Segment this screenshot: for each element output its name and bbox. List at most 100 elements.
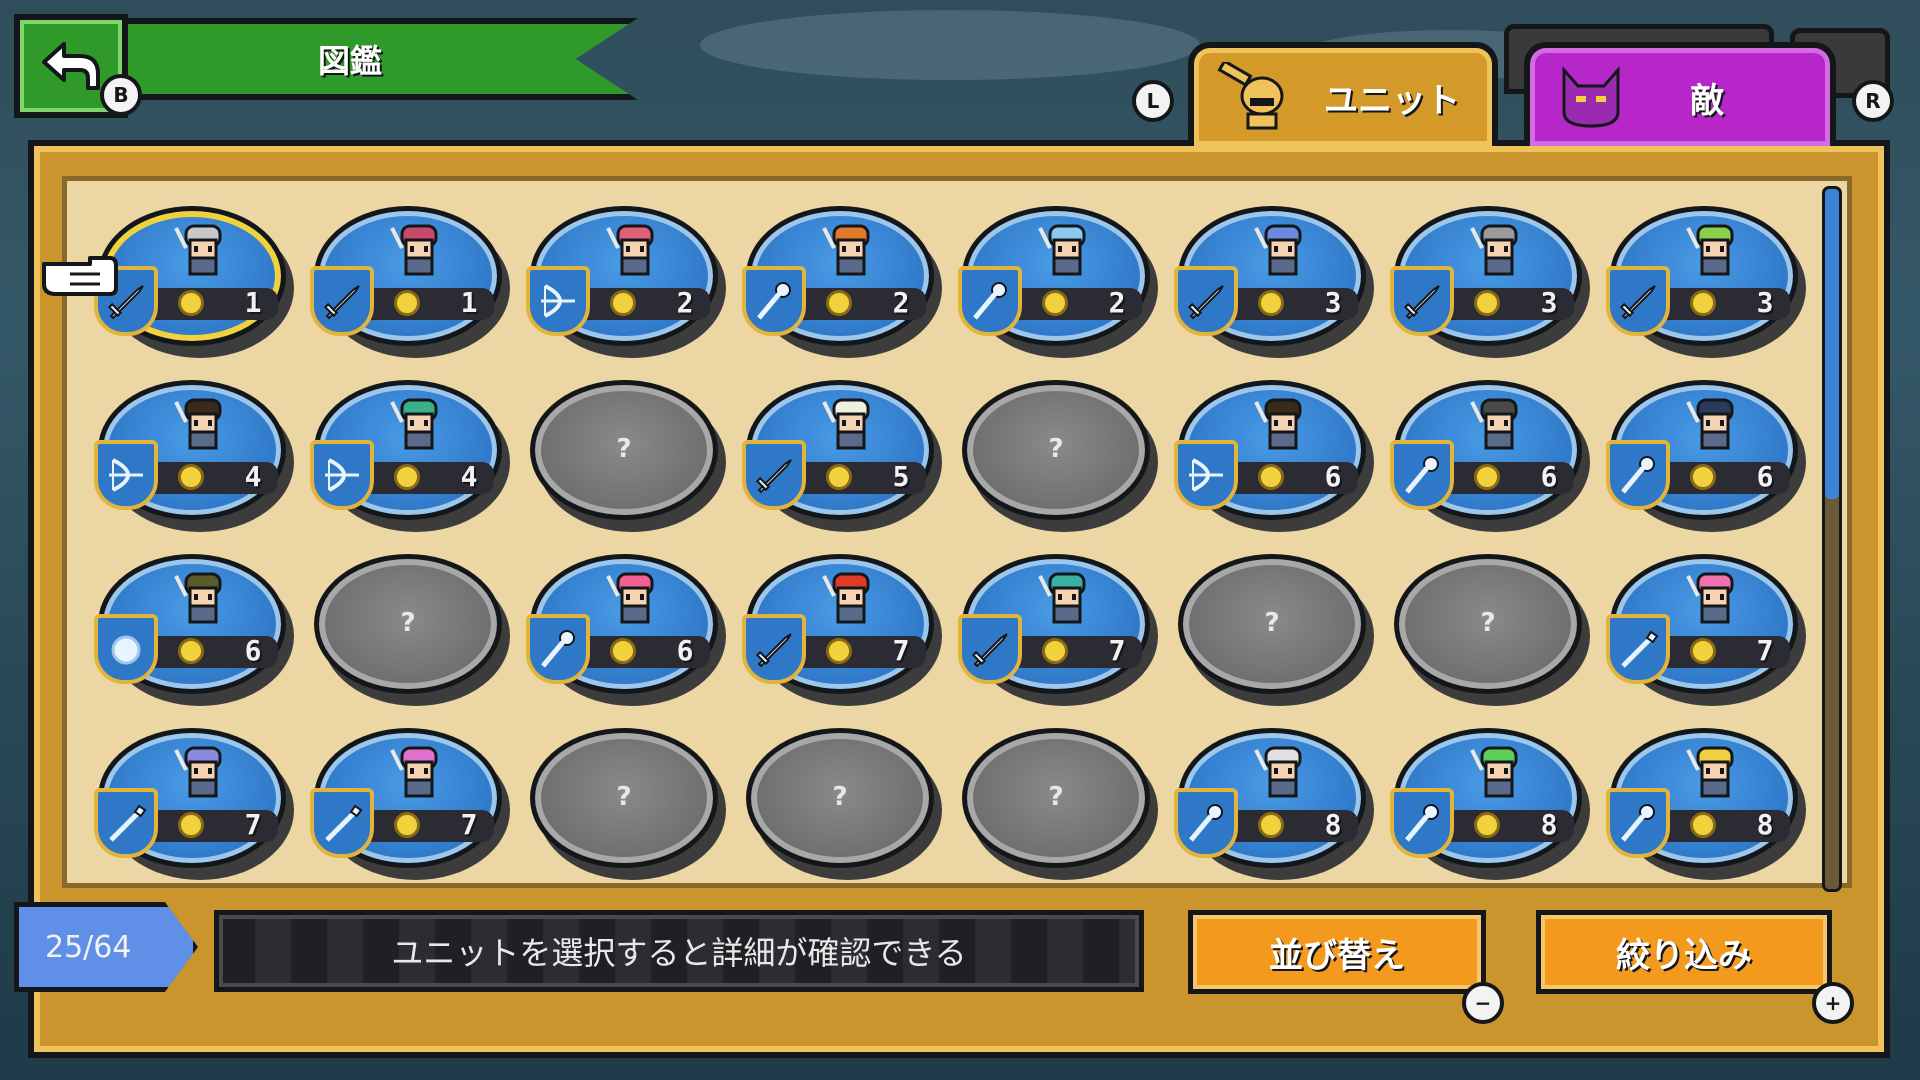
locked-unit-mark: ?	[1048, 782, 1064, 812]
unit-sprite-icon	[174, 224, 222, 276]
locked-unit-card[interactable]: ?	[530, 722, 726, 882]
unit-cost: 7	[244, 808, 262, 841]
bow-icon	[541, 284, 575, 318]
coin-icon	[1474, 812, 1500, 838]
bow-icon	[1189, 458, 1223, 492]
unit-sprite-icon	[1038, 224, 1086, 276]
unit-sprite-icon	[822, 224, 870, 276]
class-badge	[1390, 440, 1454, 510]
unit-sprite-icon	[1254, 398, 1302, 450]
unit-card[interactable]: 7	[94, 722, 294, 882]
unit-card[interactable]: 7	[310, 722, 510, 882]
unit-card[interactable]: 8	[1390, 722, 1590, 882]
class-badge	[310, 440, 374, 510]
coin-icon	[610, 290, 636, 316]
coin-icon	[1690, 290, 1716, 316]
class-badge	[1174, 788, 1238, 858]
filter-button[interactable]: 絞り込み	[1536, 910, 1832, 994]
locked-unit-card[interactable]: ?	[962, 722, 1158, 882]
class-badge	[94, 440, 158, 510]
unit-cost: 5	[892, 460, 910, 493]
tab-enemy-label: 敵	[1690, 80, 1724, 121]
locked-unit-card[interactable]: ?	[746, 722, 942, 882]
class-badge	[1606, 440, 1670, 510]
enemy-cat-icon	[1562, 66, 1620, 128]
locked-unit-card[interactable]: ?	[962, 374, 1158, 534]
class-badge	[94, 788, 158, 858]
sword-icon	[1187, 285, 1224, 320]
unit-card[interactable]: 3	[1174, 200, 1374, 360]
unit-sprite-icon	[1254, 224, 1302, 276]
unit-card[interactable]: 6	[1174, 374, 1374, 534]
coin-icon	[1042, 638, 1068, 664]
sword-icon	[1403, 285, 1440, 320]
locked-unit-card[interactable]: ?	[530, 374, 726, 534]
staff-icon	[1621, 804, 1655, 842]
unit-cost: 4	[460, 460, 478, 493]
unit-card[interactable]: 4	[310, 374, 510, 534]
unit-cost: 6	[1756, 460, 1774, 493]
unit-cost: 6	[1324, 460, 1342, 493]
unit-card[interactable]: 7	[742, 548, 942, 708]
unit-card[interactable]: 4	[94, 374, 294, 534]
tab-enemy[interactable]: 敵	[1524, 42, 1836, 146]
unit-card[interactable]: 2	[958, 200, 1158, 360]
locked-unit-card[interactable]: ?	[314, 548, 510, 708]
unit-cost: 6	[244, 634, 262, 667]
unit-cost: 3	[1324, 286, 1342, 319]
pointer-hand-icon	[42, 256, 118, 296]
sort-button[interactable]: 並び替え	[1188, 910, 1486, 994]
unit-cost: 2	[1108, 286, 1126, 319]
class-badge	[94, 614, 158, 684]
unit-card[interactable]: 3	[1606, 200, 1806, 360]
unit-sprite-icon	[1254, 746, 1302, 798]
locked-unit-card[interactable]: ?	[1178, 548, 1374, 708]
class-badge	[310, 788, 374, 858]
coin-icon	[1258, 812, 1284, 838]
coin-icon	[1690, 638, 1716, 664]
unit-card[interactable]: 2	[742, 200, 942, 360]
staff-icon	[1405, 456, 1439, 494]
unit-card[interactable]: 8	[1174, 722, 1374, 882]
bow-icon	[109, 458, 143, 492]
class-badge	[310, 266, 374, 336]
unit-card[interactable]: 6	[1606, 374, 1806, 534]
unit-card[interactable]: 6	[1390, 374, 1590, 534]
unit-card[interactable]: 3	[1390, 200, 1590, 360]
unit-card[interactable]: 2	[526, 200, 726, 360]
coin-icon	[610, 638, 636, 664]
sort-button-label: 並び替え	[1269, 935, 1405, 976]
unit-card[interactable]: 5	[742, 374, 942, 534]
unit-cost: 4	[244, 460, 262, 493]
class-badge	[742, 266, 806, 336]
coin-icon	[394, 290, 420, 316]
back-key-badge: B	[100, 74, 142, 116]
scrollbar[interactable]	[1822, 186, 1842, 892]
unit-sprite-icon	[1686, 398, 1734, 450]
unit-card[interactable]: 7	[958, 548, 1158, 708]
hint-text: ユニットを選択すると詳細が確認できる	[391, 934, 967, 972]
coin-icon	[178, 638, 204, 664]
back-arrow-icon	[42, 42, 100, 90]
unit-sprite-icon	[174, 398, 222, 450]
scrollbar-thumb[interactable]	[1825, 189, 1839, 499]
unit-cost: 1	[460, 286, 478, 319]
unit-card[interactable]: 1	[310, 200, 510, 360]
tab-units[interactable]: ユニット	[1188, 42, 1498, 146]
coin-icon	[826, 464, 852, 490]
staff-icon	[1405, 804, 1439, 842]
unit-cost: 7	[1756, 634, 1774, 667]
unit-card[interactable]: 6	[94, 548, 294, 708]
locked-unit-card[interactable]: ?	[1394, 548, 1590, 708]
unit-sprite-icon	[1470, 746, 1518, 798]
unit-card[interactable]: 8	[1606, 722, 1806, 882]
sword-icon	[1619, 285, 1656, 320]
class-badge	[958, 266, 1022, 336]
sword-icon	[755, 633, 792, 668]
unit-card[interactable]: 7	[1606, 548, 1806, 708]
sword-icon	[323, 285, 360, 320]
class-badge	[742, 614, 806, 684]
unit-card[interactable]: 6	[526, 548, 726, 708]
class-badge	[526, 614, 590, 684]
unit-card[interactable]: 1	[94, 200, 294, 360]
